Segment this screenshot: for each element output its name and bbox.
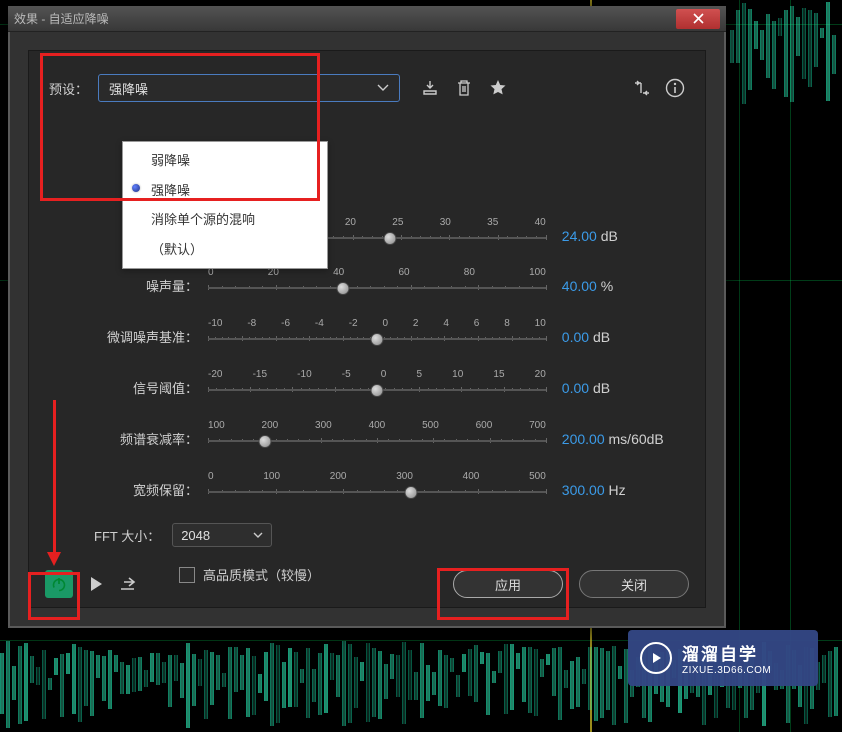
play-circle-icon: [640, 642, 672, 674]
window-title: 效果 - 自适应降噪: [14, 10, 676, 27]
preset-selected-value: 强降噪: [109, 79, 148, 98]
preset-dropdown[interactable]: 弱降噪 强降噪 消除单个源的混响 （默认）: [122, 141, 328, 269]
slider-label: 噪声量：: [49, 276, 208, 295]
slider-value[interactable]: 40.00 %: [546, 278, 685, 294]
slider-label: 信号阈值：: [49, 378, 208, 397]
power-button[interactable]: [45, 570, 73, 598]
slider-thumb[interactable]: [259, 435, 272, 448]
slider-label: 频谱衰减率：: [49, 429, 208, 448]
slider-track[interactable]: 0100200300400500: [208, 473, 546, 507]
fft-select[interactable]: 2048: [172, 523, 272, 547]
slider-track[interactable]: -10-8-6-4-20246810: [208, 320, 546, 354]
routing-icon[interactable]: [633, 80, 651, 96]
close-icon[interactable]: [676, 9, 720, 29]
preset-select[interactable]: 强降噪: [98, 74, 400, 102]
slider-value[interactable]: 300.00 Hz: [546, 482, 685, 498]
titlebar[interactable]: 效果 - 自适应降噪: [8, 6, 726, 32]
slider-track[interactable]: -20-15-10-505101520: [208, 371, 546, 405]
slider-label: 宽频保留：: [49, 480, 208, 499]
close-button[interactable]: 关闭: [579, 570, 689, 598]
chevron-down-icon: [253, 532, 263, 539]
slider-value[interactable]: 200.00 ms/60dB: [546, 431, 685, 447]
slider-row-2: 微调噪声基准：-10-8-6-4-202468100.00 dB: [49, 311, 685, 362]
slider-thumb[interactable]: [384, 232, 397, 245]
preset-option-2[interactable]: 消除单个源的混响: [123, 205, 327, 235]
slider-thumb[interactable]: [404, 486, 417, 499]
watermark-url: ZIXUE.3D66.COM: [682, 665, 771, 676]
slider-value[interactable]: 0.00 dB: [546, 380, 685, 396]
slider-value[interactable]: 0.00 dB: [546, 329, 685, 345]
slider-row-5: 宽频保留：0100200300400500300.00 Hz: [49, 464, 685, 515]
info-icon[interactable]: [665, 78, 685, 98]
slider-value[interactable]: 24.00 dB: [546, 228, 685, 244]
slider-row-4: 频谱衰减率：100200300400500600700200.00 ms/60d…: [49, 413, 685, 464]
preset-option-0[interactable]: 弱降噪: [123, 146, 327, 176]
watermark: 溜溜自学 ZIXUE.3D66.COM: [628, 630, 818, 686]
watermark-title: 溜溜自学: [682, 640, 771, 665]
slider-thumb[interactable]: [370, 333, 383, 346]
preset-label: 预设：: [49, 79, 88, 98]
dialog-content: 预设： 强降噪: [8, 32, 726, 628]
slider-row-3: 信号阈值：-20-15-10-5051015200.00 dB: [49, 362, 685, 413]
save-preset-icon[interactable]: [420, 78, 440, 98]
slider-thumb[interactable]: [337, 282, 350, 295]
chevron-down-icon: [377, 84, 389, 92]
arrow-head-icon: [47, 552, 61, 566]
preset-option-3[interactable]: （默认）: [123, 235, 327, 265]
slider-thumb[interactable]: [370, 384, 383, 397]
export-icon[interactable]: [119, 576, 137, 592]
slider-label: 微调噪声基准：: [49, 327, 208, 346]
slider-track[interactable]: 100200300400500600700: [208, 422, 546, 456]
arrow-annotation: [53, 400, 56, 556]
preset-option-1[interactable]: 强降噪: [123, 176, 327, 206]
apply-button[interactable]: 应用: [453, 570, 563, 598]
dialog-window: 效果 - 自适应降噪 预设： 强降噪: [8, 6, 726, 628]
fft-value: 2048: [181, 528, 210, 543]
favorite-icon[interactable]: [488, 78, 508, 98]
slider-track[interactable]: 020406080100: [208, 269, 546, 303]
fft-label: FFT 大小：: [94, 526, 160, 545]
play-button[interactable]: [89, 576, 103, 592]
delete-preset-icon[interactable]: [454, 78, 474, 98]
